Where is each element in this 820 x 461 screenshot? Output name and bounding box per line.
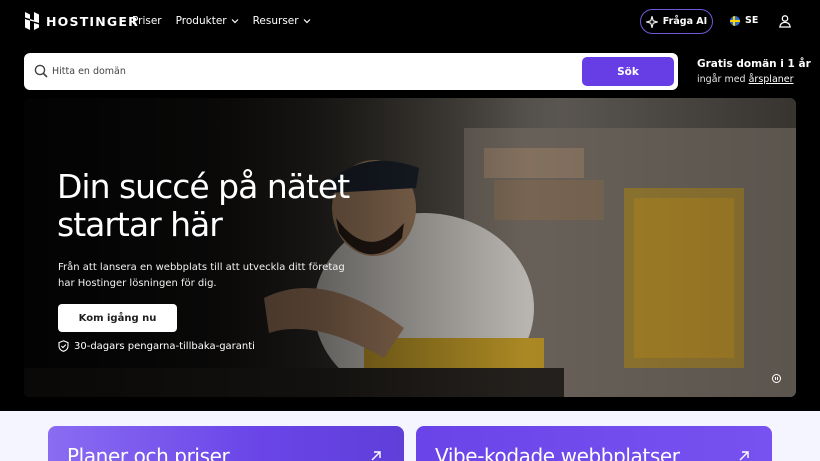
sweden-flag-icon	[730, 15, 740, 26]
search-icon	[34, 64, 48, 78]
ask-ai-button[interactable]: Fråga AI	[640, 9, 713, 34]
vibe-coded-websites-card[interactable]: Vibe-kodade webbplatser	[416, 426, 772, 461]
hero-overlay	[24, 98, 796, 397]
get-started-button[interactable]: Kom igång nu	[58, 304, 177, 332]
domain-search-bar: Sök	[24, 53, 678, 90]
guarantee-text: 30-dagars pengarna-tillbaka-garanti	[74, 340, 255, 352]
domain-search-input[interactable]	[52, 61, 572, 82]
annual-plans-link[interactable]: årsplaner	[749, 74, 794, 85]
user-icon[interactable]	[778, 14, 792, 28]
search-button[interactable]: Sök	[582, 57, 674, 86]
chevron-down-icon	[231, 19, 239, 24]
nav-item-produkter[interactable]: Produkter	[176, 15, 239, 27]
main-nav: Priser Produkter Resurser	[132, 15, 311, 27]
pause-video-button[interactable]	[772, 374, 781, 383]
nav-item-label: Priser	[132, 15, 162, 27]
arrow-up-right-icon	[371, 451, 381, 461]
language-code: SE	[745, 15, 759, 26]
lower-section: Planer och priser Vibe-kodade webbplatse…	[0, 411, 820, 461]
hero-description: Från att lansera en webbplats till att u…	[58, 262, 345, 289]
promo-title: Gratis domän i 1 år	[697, 58, 811, 70]
plans-pricing-card[interactable]: Planer och priser	[48, 426, 404, 461]
nav-item-priser[interactable]: Priser	[132, 15, 162, 27]
arrow-up-right-icon	[739, 451, 749, 461]
nav-item-resurser[interactable]: Resurser	[253, 15, 311, 27]
hero-banner: Din succé på nätet startar här Från att …	[24, 98, 796, 397]
shield-check-icon	[58, 340, 69, 352]
sparkle-icon	[645, 15, 658, 28]
hero-title: Din succé på nätet startar här	[57, 167, 350, 244]
logo-text: HOSTINGER	[46, 13, 139, 29]
top-navigation: HOSTINGER Priser Produkter Resurser Fråg…	[0, 0, 820, 44]
ask-ai-label: Fråga AI	[662, 16, 708, 27]
money-back-guarantee: 30-dagars pengarna-tillbaka-garanti	[58, 340, 255, 352]
language-selector[interactable]: SE	[730, 15, 758, 26]
card-title: Planer och priser	[67, 444, 230, 461]
promo-subtitle-prefix: ingår med	[697, 74, 749, 85]
nav-item-label: Resurser	[252, 15, 299, 27]
card-title: Vibe-kodade webbplatser	[435, 444, 680, 461]
hostinger-logo-icon	[25, 12, 39, 30]
chevron-down-icon	[303, 19, 311, 24]
free-domain-promo: Gratis domän i 1 år ingår med årsplaner	[697, 58, 811, 85]
promo-subtitle: ingår med årsplaner	[697, 74, 811, 85]
nav-item-label: Produkter	[175, 15, 227, 27]
hostinger-logo[interactable]: HOSTINGER	[24, 12, 139, 30]
